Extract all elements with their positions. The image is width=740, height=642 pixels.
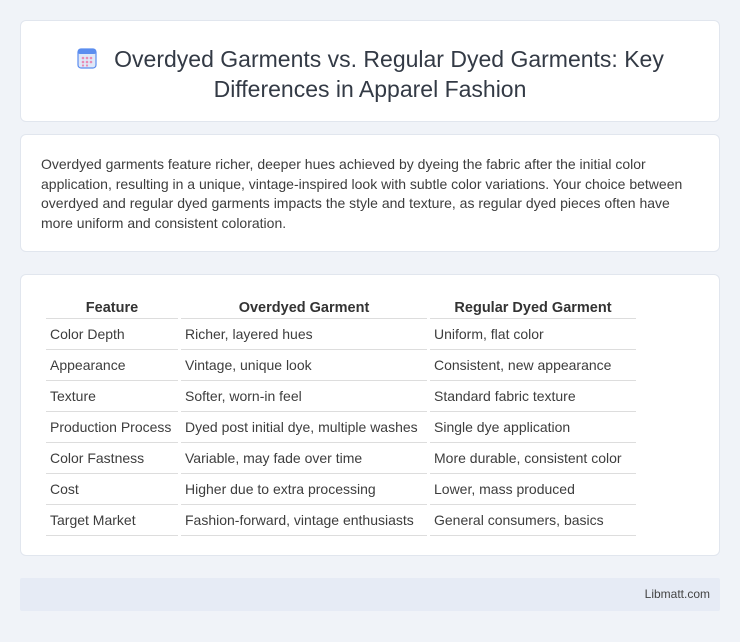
table-cell: Uniform, flat color bbox=[430, 319, 636, 350]
table-cell: General consumers, basics bbox=[430, 505, 636, 536]
table-cell: Target Market bbox=[46, 505, 178, 536]
title-line-2: Differences in Apparel Fashion bbox=[213, 76, 527, 102]
table-cell: More durable, consistent color bbox=[430, 443, 636, 474]
table-row: Production Process Dyed post initial dye… bbox=[46, 412, 636, 443]
header-feature: Feature bbox=[46, 297, 178, 319]
header-card: Overdyed Garments vs. Regular Dyed Garme… bbox=[20, 20, 720, 122]
table-row: Target Market Fashion-forward, vintage e… bbox=[46, 505, 636, 536]
table-cell: Production Process bbox=[46, 412, 178, 443]
table-row: Color Fastness Variable, may fade over t… bbox=[46, 443, 636, 474]
table-row: Texture Softer, worn-in feel Standard fa… bbox=[46, 381, 636, 412]
table-cell: Single dye application bbox=[430, 412, 636, 443]
table-cell: Lower, mass produced bbox=[430, 474, 636, 505]
table-header-row: Feature Overdyed Garment Regular Dyed Ga… bbox=[46, 297, 636, 319]
table-cell: Softer, worn-in feel bbox=[181, 381, 427, 412]
footer-bar: Libmatt.com bbox=[20, 578, 720, 611]
table-row: Appearance Vintage, unique look Consiste… bbox=[46, 350, 636, 381]
table-cell: Variable, may fade over time bbox=[181, 443, 427, 474]
table-cell: Vintage, unique look bbox=[181, 350, 427, 381]
calendar-grid-icon bbox=[76, 46, 98, 69]
table-cell: Consistent, new appearance bbox=[430, 350, 636, 381]
table-cell: Texture bbox=[46, 381, 178, 412]
table-cell: Richer, layered hues bbox=[181, 319, 427, 350]
header-regular: Regular Dyed Garment bbox=[430, 297, 636, 319]
header-overdyed: Overdyed Garment bbox=[181, 297, 427, 319]
table-cell: Dyed post initial dye, multiple washes bbox=[181, 412, 427, 443]
table-cell: Fashion-forward, vintage enthusiasts bbox=[181, 505, 427, 536]
comparison-table-card: Feature Overdyed Garment Regular Dyed Ga… bbox=[20, 274, 720, 556]
description-text: Overdyed garments feature richer, deeper… bbox=[41, 156, 683, 231]
table-cell: Appearance bbox=[46, 350, 178, 381]
table-cell: Color Fastness bbox=[46, 443, 178, 474]
table-cell: Cost bbox=[46, 474, 178, 505]
description-card: Overdyed garments feature richer, deeper… bbox=[20, 134, 720, 252]
table-row: Cost Higher due to extra processing Lowe… bbox=[46, 474, 636, 505]
table-cell: Higher due to extra processing bbox=[181, 474, 427, 505]
title-wrap: Overdyed Garments vs. Regular Dyed Garme… bbox=[21, 44, 719, 104]
footer-site-link[interactable]: Libmatt.com bbox=[645, 587, 710, 601]
title-line-1: Overdyed Garments vs. Regular Dyed Garme… bbox=[114, 46, 664, 72]
table-row: Color Depth Richer, layered hues Uniform… bbox=[46, 319, 636, 350]
page-title: Overdyed Garments vs. Regular Dyed Garme… bbox=[21, 44, 719, 104]
table-cell: Standard fabric texture bbox=[430, 381, 636, 412]
table-cell: Color Depth bbox=[46, 319, 178, 350]
comparison-table: Feature Overdyed Garment Regular Dyed Ga… bbox=[43, 297, 639, 536]
